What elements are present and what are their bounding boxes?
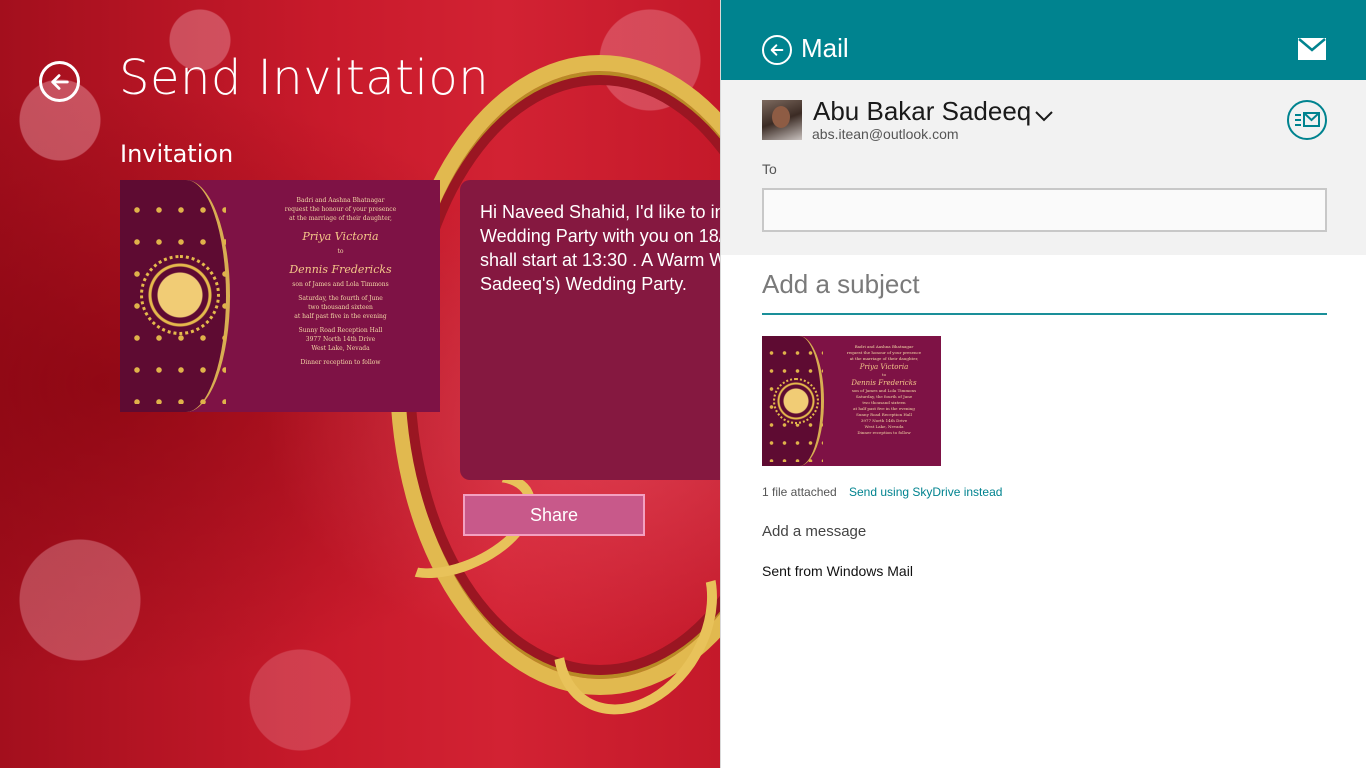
card-line: to <box>337 248 344 255</box>
to-field[interactable] <box>762 188 1327 232</box>
card-medallion <box>140 255 220 335</box>
card-line: Saturday, the fourth of June <box>298 295 383 302</box>
send-using-skydrive-link[interactable]: Send using SkyDrive instead <box>849 485 1002 499</box>
invitation-card-image: Badri and Aashna Bhatnagar request the h… <box>120 180 440 412</box>
card-line: Dinner reception to follow <box>857 430 911 435</box>
card-line: 3977 North 14th Drive <box>305 336 376 343</box>
card-line: Badri and Aashna Bhatnagar <box>296 197 385 204</box>
back-arrow-icon <box>770 44 784 56</box>
card-line: Sunny Road Reception Hall <box>298 327 383 334</box>
send-icon <box>1295 112 1320 127</box>
mail-share-pane: Mail Abu Bakar Sadeeq abs.itean@outlook.… <box>720 0 1366 768</box>
card-groom-name: Dennis Fredericks <box>289 263 392 276</box>
send-button[interactable] <box>1287 100 1327 140</box>
avatar <box>762 100 802 140</box>
card-line: West Lake, Nevada <box>311 345 370 352</box>
chevron-down-icon[interactable] <box>1034 110 1054 122</box>
attachment-card-text: Badri and Aashna Bhatnagar request the h… <box>834 344 934 436</box>
page-title: Send Invitation <box>119 50 490 106</box>
section-label: Invitation <box>120 140 234 168</box>
mail-title: Mail <box>801 33 849 63</box>
card-medallion <box>773 378 819 424</box>
sender-name[interactable]: Abu Bakar Sadeeq <box>813 96 1031 127</box>
subject-field[interactable]: Add a subject <box>762 266 1327 315</box>
card-line: Dinner reception to follow <box>300 359 381 366</box>
card-bride-name: Priya Victoria <box>302 230 379 243</box>
card-line: at the marriage of their daughter, <box>289 215 392 222</box>
message-body-field[interactable]: Add a message <box>762 523 866 540</box>
mail-back-button[interactable] <box>762 35 792 65</box>
mail-from-section: Abu Bakar Sadeeq abs.itean@outlook.com T… <box>721 80 1366 255</box>
card-bride-name: Priya Victoria <box>859 363 909 371</box>
signature: Sent from Windows Mail <box>762 563 913 579</box>
attachment-thumbnail[interactable]: Badri and Aashna Bhatnagar request the h… <box>762 336 941 466</box>
card-line: at half past five in the evening <box>294 313 387 320</box>
card-line: son of James and Lola Timmons <box>292 281 389 288</box>
sender-email: abs.itean@outlook.com <box>812 126 959 142</box>
invitation-message-text: Hi Naveed Shahid, I'd like to invite you… <box>480 202 720 294</box>
card-groom-name: Dennis Fredericks <box>851 379 917 387</box>
invitation-message-box: Hi Naveed Shahid, I'd like to invite you… <box>460 180 720 480</box>
card-line: two thousand sixteen <box>308 304 373 311</box>
mail-header: Mail <box>721 0 1366 80</box>
back-button[interactable] <box>39 61 80 102</box>
card-text: Badri and Aashna Bhatnagar request the h… <box>248 196 433 367</box>
attachment-count: 1 file attached <box>762 485 837 499</box>
share-button[interactable]: Share <box>463 494 645 536</box>
card-line: request the honour of your presence <box>284 206 397 213</box>
back-arrow-icon <box>50 73 69 90</box>
to-label: To <box>762 161 777 177</box>
envelope-icon <box>1298 38 1326 60</box>
